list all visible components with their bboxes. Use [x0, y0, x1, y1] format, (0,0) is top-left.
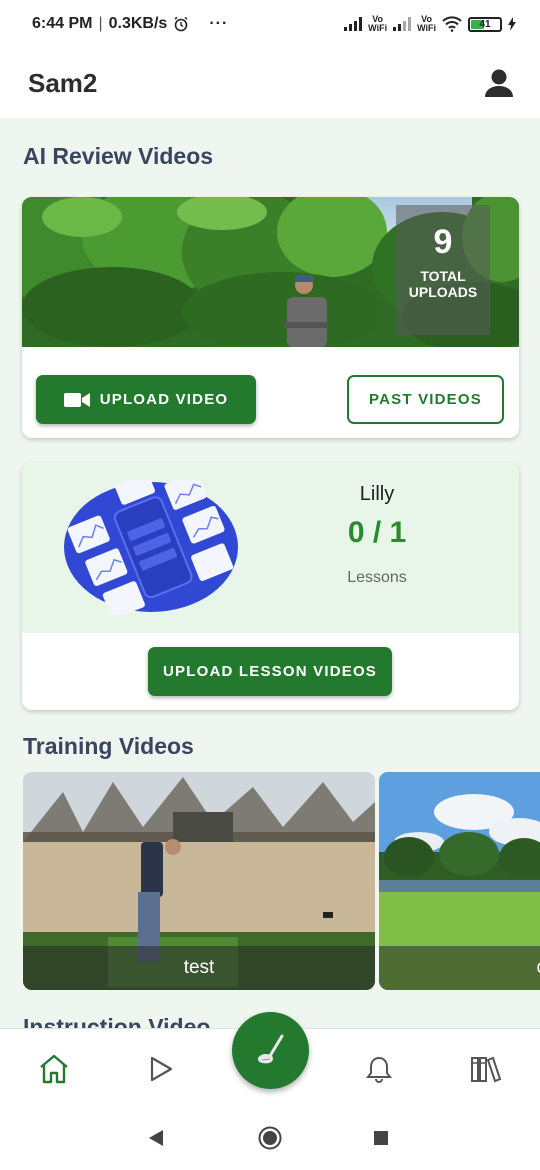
system-navigation [0, 1106, 540, 1170]
status-bar: 6:44 PM | 0.3KB/s ··· Vo WiFi Vo WiFi 41 [0, 0, 540, 48]
nav-home[interactable] [36, 1051, 72, 1087]
signal-icon [393, 17, 412, 31]
section-title-instruction: Instruction Video [23, 1014, 211, 1028]
ai-review-card: 9 TOTAL UPLOADS UPLOAD VIDEO PAST VIDEOS [22, 197, 519, 438]
training-video-caption: c [379, 946, 540, 990]
section-title-training: Training Videos [23, 733, 194, 759]
lesson-label: Lessons [347, 569, 407, 586]
person-icon[interactable] [484, 68, 514, 98]
signal-icon [344, 17, 363, 31]
bell-icon [366, 1056, 392, 1083]
video-camera-icon [63, 392, 90, 407]
golf-swing-button[interactable] [232, 1012, 309, 1089]
status-time: 6:44 PM [32, 15, 93, 32]
training-video-card[interactable]: c [379, 772, 540, 990]
upload-video-button[interactable]: UPLOAD VIDEO [36, 375, 256, 424]
battery-icon: 41 [468, 16, 502, 32]
library-icon [471, 1056, 502, 1083]
app-header: Sam2 [0, 48, 540, 118]
page-title: Sam2 [28, 67, 98, 98]
total-uploads-label: TOTAL UPLOADS [408, 268, 478, 300]
more-notifications: ··· [209, 15, 229, 32]
system-recents-button[interactable] [369, 1126, 393, 1150]
coach-name: Lilly [359, 483, 395, 505]
lesson-count: 0 / 1 [347, 516, 407, 549]
system-home-button[interactable] [258, 1126, 282, 1150]
vowifi-label: Vo WiFi [417, 14, 436, 33]
home-circle-icon [258, 1126, 282, 1150]
upload-video-label: UPLOAD VIDEO [99, 391, 229, 408]
lessons-card: Lilly 0 / 1 Lessons UPLOAD LESSON VIDEOS [22, 462, 519, 710]
training-video-caption: test [23, 946, 375, 990]
network-speed: 0.3KB/s [108, 15, 168, 32]
total-uploads-badge: 9 TOTAL UPLOADS [396, 205, 490, 335]
system-back-button[interactable] [144, 1126, 168, 1150]
analytics-illustration [64, 480, 238, 615]
upload-lesson-videos-label: UPLOAD LESSON VIDEOS [162, 663, 378, 680]
nav-notifications[interactable] [361, 1051, 397, 1087]
total-uploads-count: 9 [433, 223, 453, 261]
section-title-ai-review: AI Review Videos [23, 143, 214, 169]
past-videos-button[interactable]: PAST VIDEOS [347, 375, 504, 424]
golf-club-icon [257, 1034, 283, 1063]
vowifi-label: Vo WiFi [368, 14, 388, 33]
back-triangle-icon [149, 1130, 163, 1146]
nav-videos[interactable] [143, 1051, 179, 1087]
home-icon [40, 1054, 68, 1084]
charging-icon [508, 17, 516, 31]
upload-lesson-videos-button[interactable]: UPLOAD LESSON VIDEOS [148, 647, 392, 696]
alarm-icon [174, 16, 188, 32]
training-video-card[interactable]: test [23, 772, 375, 990]
recents-square-icon [374, 1131, 388, 1145]
past-videos-label: PAST VIDEOS [369, 391, 482, 408]
wifi-icon [442, 16, 462, 32]
nav-library[interactable] [468, 1051, 504, 1087]
play-icon [150, 1056, 173, 1082]
